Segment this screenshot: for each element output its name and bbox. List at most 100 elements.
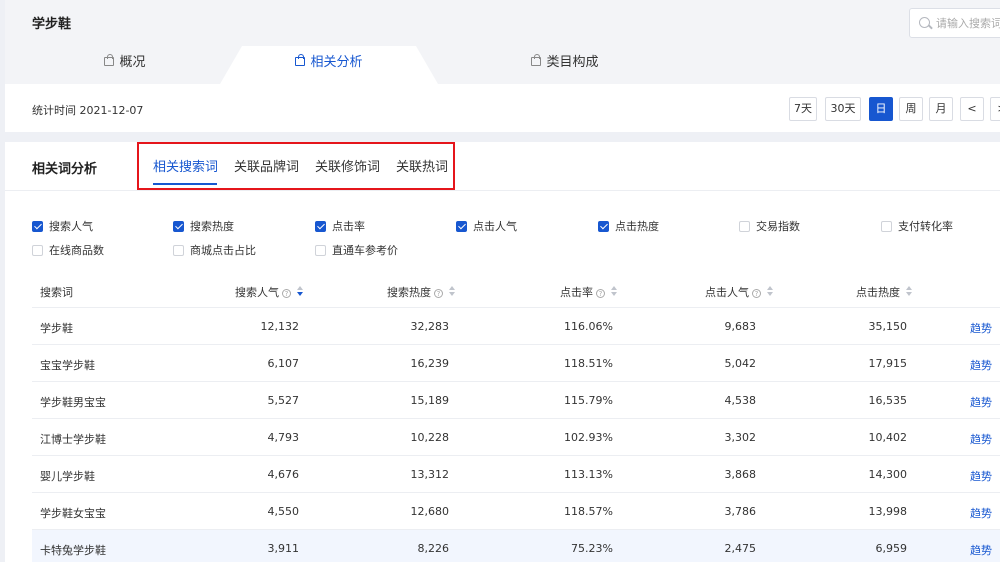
- cell-value: 35,150: [868, 320, 908, 333]
- cell-value: 3,302: [724, 431, 757, 444]
- cell-value: 4,676: [267, 468, 300, 481]
- trend-link[interactable]: 趋势: [970, 394, 992, 410]
- cell-keyword: 卡特兔学步鞋: [40, 544, 106, 557]
- tab-overview-label: 概况: [119, 55, 146, 70]
- column-header-search-popularity[interactable]: 搜索人气?: [235, 284, 304, 300]
- trend-link[interactable]: 趋势: [970, 542, 992, 558]
- column-header-click-popularity[interactable]: 点击人气?: [705, 284, 774, 300]
- cell-value: 75.23%: [571, 542, 613, 555]
- sort-icon[interactable]: [449, 286, 456, 297]
- next-period-button[interactable]: >: [990, 97, 1000, 121]
- page-title: 学步鞋: [32, 17, 72, 32]
- nav-tabs: 概况 相关分析 类目构成: [5, 46, 1000, 84]
- checkbox[interactable]: [173, 245, 184, 256]
- sort-icon[interactable]: [767, 286, 774, 297]
- cell-keyword: 宝宝学步鞋: [40, 359, 95, 372]
- top-panel: 学步鞋 概况 相关分析 类目构成 统计时间 2021-12-07 7天 30天 …: [5, 0, 1000, 132]
- sort-icon[interactable]: [297, 286, 304, 297]
- trend-link[interactable]: 趋势: [970, 468, 992, 484]
- help-icon[interactable]: ?: [596, 289, 605, 298]
- related-words-panel: 相关词分析 相关搜索词 关联品牌词 关联修饰词 关联热词 搜索人气 搜索热度 点…: [5, 142, 1000, 562]
- trend-link[interactable]: 趋势: [970, 431, 992, 447]
- tab-category-composition[interactable]: 类目构成: [510, 46, 620, 84]
- cell-value: 113.13%: [564, 468, 613, 481]
- table-row[interactable]: 学步鞋男宝宝 5,527 15,189 115.79% 4,538 16,535 趋势: [32, 382, 1000, 419]
- column-header-search-heat[interactable]: 搜索热度?: [387, 284, 456, 300]
- table-row[interactable]: 婴儿学步鞋 4,676 13,312 113.13% 3,868 14,300 趋势: [32, 456, 1000, 493]
- sort-icon[interactable]: [611, 286, 618, 297]
- bag-icon: [295, 54, 306, 66]
- trend-link[interactable]: 趋势: [970, 357, 992, 373]
- bag-icon: [531, 54, 542, 66]
- divider: [5, 190, 1000, 191]
- table-row[interactable]: 学步鞋 12,132 32,283 116.06% 9,683 35,150 趋势: [32, 308, 1000, 345]
- search-box[interactable]: [909, 8, 1000, 38]
- subtab-modifier-words[interactable]: 关联修饰词: [315, 156, 380, 175]
- tab-overview[interactable]: 概况: [75, 46, 175, 84]
- checkbox[interactable]: [881, 221, 892, 232]
- trend-link[interactable]: 趋势: [970, 320, 992, 336]
- cell-value: 4,793: [267, 431, 300, 444]
- column-header-click-rate[interactable]: 点击率?: [560, 284, 618, 300]
- checkbox[interactable]: [598, 221, 609, 232]
- cell-keyword: 江博士学步鞋: [40, 433, 106, 446]
- help-icon[interactable]: ?: [282, 289, 291, 298]
- period-day-button[interactable]: 日: [869, 97, 893, 121]
- table-header: 搜索词 搜索人气? 搜索热度? 点击率? 点击人气? 点击热度: [32, 276, 1000, 308]
- cell-value: 8,226: [417, 542, 450, 555]
- prev-period-button[interactable]: <: [960, 97, 984, 121]
- cell-keyword: 学步鞋: [40, 322, 73, 335]
- bag-icon: [104, 54, 115, 66]
- table-row[interactable]: 卡特兔学步鞋 3,911 8,226 75.23% 2,475 6,959 趋势: [32, 530, 1000, 562]
- checkbox[interactable]: [32, 221, 43, 232]
- cell-value: 17,915: [868, 357, 908, 370]
- cell-value: 6,959: [875, 542, 908, 555]
- cell-value: 12,132: [260, 320, 300, 333]
- title-bar: 学步鞋: [5, 0, 1000, 46]
- checkbox[interactable]: [32, 245, 43, 256]
- sort-icon[interactable]: [906, 286, 913, 297]
- cell-value: 118.57%: [564, 505, 613, 518]
- help-icon[interactable]: ?: [752, 289, 761, 298]
- cell-value: 5,042: [724, 357, 757, 370]
- cell-value: 102.93%: [564, 431, 613, 444]
- cell-value: 3,911: [267, 542, 300, 555]
- column-header-click-heat[interactable]: 点击热度: [856, 284, 913, 300]
- cell-keyword: 婴儿学步鞋: [40, 470, 95, 483]
- cell-value: 5,527: [267, 394, 300, 407]
- table-row[interactable]: 江博士学步鞋 4,793 10,228 102.93% 3,302 10,402 趋势: [32, 419, 1000, 456]
- trend-link[interactable]: 趋势: [970, 505, 992, 521]
- subtab-brand-words[interactable]: 关联品牌词: [234, 156, 299, 175]
- cell-value: 118.51%: [564, 357, 613, 370]
- cell-value: 16,239: [410, 357, 450, 370]
- cell-value: 32,283: [410, 320, 450, 333]
- period-month-button[interactable]: 月: [929, 97, 953, 121]
- tab-related-analysis-label: 相关分析: [310, 55, 363, 70]
- cell-value: 13,312: [410, 468, 450, 481]
- checkbox[interactable]: [173, 221, 184, 232]
- cell-value: 6,107: [267, 357, 300, 370]
- checkbox[interactable]: [315, 245, 326, 256]
- checkbox[interactable]: [739, 221, 750, 232]
- table-row[interactable]: 宝宝学步鞋 6,107 16,239 118.51% 5,042 17,915 趋势: [32, 345, 1000, 382]
- tab-related-analysis[interactable]: 相关分析: [220, 46, 438, 84]
- help-icon[interactable]: ?: [434, 289, 443, 298]
- checkbox[interactable]: [456, 221, 467, 232]
- subtab-hot-words[interactable]: 关联热词: [396, 156, 448, 175]
- search-icon: [919, 17, 930, 28]
- subtab-related-search-words[interactable]: 相关搜索词: [153, 156, 218, 175]
- period-week-button[interactable]: 周: [899, 97, 923, 121]
- table-row[interactable]: 学步鞋女宝宝 4,550 12,680 118.57% 3,786 13,998 趋势: [32, 493, 1000, 530]
- cell-value: 4,538: [724, 394, 757, 407]
- cell-value: 3,786: [724, 505, 757, 518]
- stat-date: 统计时间 2021-12-07: [32, 104, 144, 117]
- search-input[interactable]: [936, 14, 1000, 32]
- checkbox[interactable]: [315, 221, 326, 232]
- cell-value: 2,475: [724, 542, 757, 555]
- period-30d-button[interactable]: 30天: [825, 97, 861, 121]
- period-7d-button[interactable]: 7天: [789, 97, 817, 121]
- active-subtab-indicator: [153, 183, 217, 185]
- cell-value: 12,680: [410, 505, 450, 518]
- cell-value: 3,868: [724, 468, 757, 481]
- cell-value: 9,683: [724, 320, 757, 333]
